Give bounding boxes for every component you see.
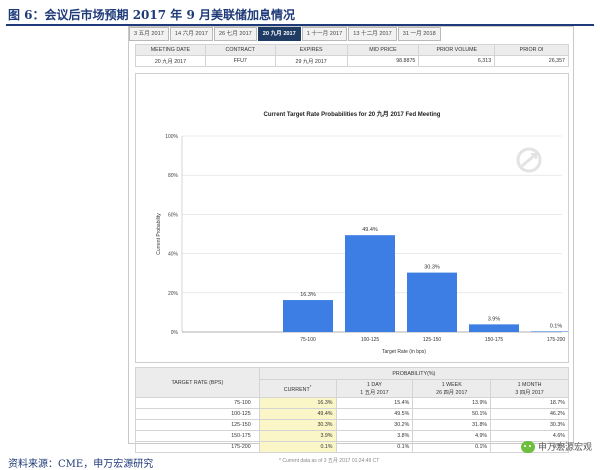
one-week-cell: 0.1% <box>412 441 492 453</box>
current-cell: 30.3% <box>258 419 337 431</box>
one-day-cell: 49.5% <box>335 408 414 420</box>
data-label: 30.3% <box>424 265 440 271</box>
fedwatch-panel: 3 五月 2017 14 六月 2017 26 七月 2017 20 九月 20… <box>128 26 574 464</box>
meeting-info-header: Mid Price <box>346 44 420 56</box>
probability-chart: Current Target Rate Probabilities for 20… <box>135 73 569 363</box>
rate-cell: 175-200 <box>135 441 260 453</box>
x-tick-label: 150-175 <box>485 337 504 343</box>
rate-cell: 75-100 <box>135 397 260 409</box>
meeting-info-cell: 26,357 <box>494 55 569 67</box>
brand-watermark: 申万宏源宏观 <box>520 440 592 453</box>
rate-cell: 150-175 <box>135 430 260 442</box>
bar <box>345 235 395 332</box>
current-cell: 16.3% <box>258 397 337 409</box>
cme-watermark-icon <box>516 147 542 173</box>
probability-group-row: TARGET RATE (BPS) PROBABILITY(%) <box>135 367 570 398</box>
current-cell: 0.1% <box>258 441 337 453</box>
table-row: 100-125 49.4% 49.5% 50.1% 46.2% <box>135 408 569 420</box>
x-tick-label: 175-200 <box>547 337 566 343</box>
probability-bar-chart: Current Target Rate Probabilities for 20… <box>156 110 568 355</box>
tab-meeting-3[interactable]: 20 九月 2017 <box>257 27 301 41</box>
current-cell: 49.4% <box>258 408 337 420</box>
target-rate-header: TARGET RATE (BPS) <box>135 367 260 398</box>
one-day-cell: 30.2% <box>335 419 414 431</box>
data-label: 49.4% <box>362 227 378 233</box>
y-tick-label: 0% <box>171 330 179 336</box>
table-row: 150-175 3.9% 3.8% 4.9% 4.6% <box>135 430 569 442</box>
column-header-1-month: 1 MONTH 3 四月 2017 <box>490 379 569 398</box>
tab-meeting-5[interactable]: 13 十二月 2017 <box>348 27 397 41</box>
meeting-info-header-row: Meeting Date Contract Expires Mid Price … <box>135 44 569 56</box>
wechat-icon <box>520 440 535 453</box>
meeting-info-header: Prior OI <box>494 44 569 56</box>
bar <box>531 331 568 332</box>
one-day-cell: 3.8% <box>335 430 414 442</box>
meeting-info-cell: 6,313 <box>418 55 496 67</box>
bar <box>407 272 457 332</box>
x-tick-label: 100-125 <box>361 337 380 343</box>
one-week-cell: 50.1% <box>412 408 492 420</box>
meeting-info-header: Meeting Date <box>135 44 206 56</box>
current-cell: 3.9% <box>258 430 337 442</box>
column-header-line2: 26 四月 2017 <box>436 389 468 396</box>
probability-group-header: PROBABILITY(%) <box>258 367 570 380</box>
one-day-cell: 0.1% <box>335 441 414 453</box>
column-header-line1: CURRENT <box>283 386 310 393</box>
column-header-line2: 1 五月 2017 <box>360 389 389 396</box>
tab-meeting-1[interactable]: 14 六月 2017 <box>169 27 213 41</box>
rate-cell: 100-125 <box>135 408 260 420</box>
meeting-info-cell: 20 九月 2017 <box>135 55 206 67</box>
meeting-info-row: 20 九月 2017 FFU7 29 九月 2017 98.8875 6,313… <box>135 55 569 67</box>
table-row: 175-200 0.1% 0.1% 0.1% 0.1% <box>135 441 569 453</box>
figure-title: 图 6：会议后市场预期 2017 年 9 月美联储加息情况 <box>8 8 295 22</box>
meeting-info-header: Prior Volume <box>418 44 496 56</box>
y-tick-label: 40% <box>168 252 179 258</box>
rate-cell: 125-150 <box>135 419 260 431</box>
meeting-info-header: Contract <box>204 44 276 56</box>
y-tick-label: 100% <box>165 134 178 140</box>
bar <box>469 324 519 332</box>
one-week-cell: 4.9% <box>412 430 492 442</box>
y-tick-label: 60% <box>168 212 179 218</box>
x-tick-label: 75-100 <box>300 337 316 343</box>
one-day-cell: 15.4% <box>335 397 414 409</box>
column-header-line2: 3 四月 2017 <box>515 389 544 396</box>
meeting-info-cell: FFU7 <box>204 55 276 67</box>
one-month-cell: 46.2% <box>490 408 569 420</box>
meeting-info-cell: 29 九月 2017 <box>274 55 348 67</box>
data-label: 16.3% <box>300 292 316 298</box>
y-tick-label: 20% <box>168 291 179 297</box>
table-row: 75-100 16.3% 15.4% 13.9% 18.7% <box>135 397 569 409</box>
tab-meeting-2[interactable]: 26 七月 2017 <box>213 27 257 41</box>
data-label: 3.9% <box>488 316 501 322</box>
brand-name: 申万宏源宏观 <box>537 443 592 453</box>
y-tick-label: 80% <box>168 173 179 179</box>
data-label: 0.1% <box>550 323 563 329</box>
meeting-info-table: Meeting Date Contract Expires Mid Price … <box>135 44 569 67</box>
y-axis-label: Current Probability <box>156 213 162 255</box>
column-header-1-day: 1 DAY 1 五月 2017 <box>335 379 414 398</box>
one-month-cell: 18.7% <box>490 397 569 409</box>
column-header-current: CURRENT* <box>258 379 337 398</box>
data-timestamp-footnote: * Current data as of 3 五月 2017 01:24:49 … <box>279 458 380 464</box>
meeting-info-header: Expires <box>274 44 348 56</box>
bar <box>283 300 333 332</box>
chart-title: Current Target Rate Probabilities for 20… <box>264 110 441 118</box>
x-tick-label: 125-150 <box>423 337 442 343</box>
one-week-cell: 13.9% <box>412 397 492 409</box>
table-row: 125-150 30.3% 30.2% 31.8% 30.3% <box>135 419 569 431</box>
source-note: 资料来源：CME，申万宏源研究 <box>8 459 154 470</box>
one-month-cell: 30.3% <box>490 419 569 431</box>
meeting-tabs: 3 五月 2017 14 六月 2017 26 七月 2017 20 九月 20… <box>129 27 442 43</box>
tab-meeting-4[interactable]: 1 十一月 2017 <box>301 27 348 41</box>
tab-meeting-0[interactable]: 3 五月 2017 <box>129 27 169 41</box>
probability-table: TARGET RATE (BPS) PROBABILITY(%) CURRENT… <box>135 367 570 453</box>
meeting-info-cell: 98.8875 <box>346 55 420 67</box>
x-axis-label: Target Rate (in bps) <box>382 349 426 355</box>
one-week-cell: 31.8% <box>412 419 492 431</box>
tab-meeting-6[interactable]: 31 一月 2018 <box>397 27 441 41</box>
column-header-1-week: 1 WEEK 26 四月 2017 <box>412 379 492 398</box>
